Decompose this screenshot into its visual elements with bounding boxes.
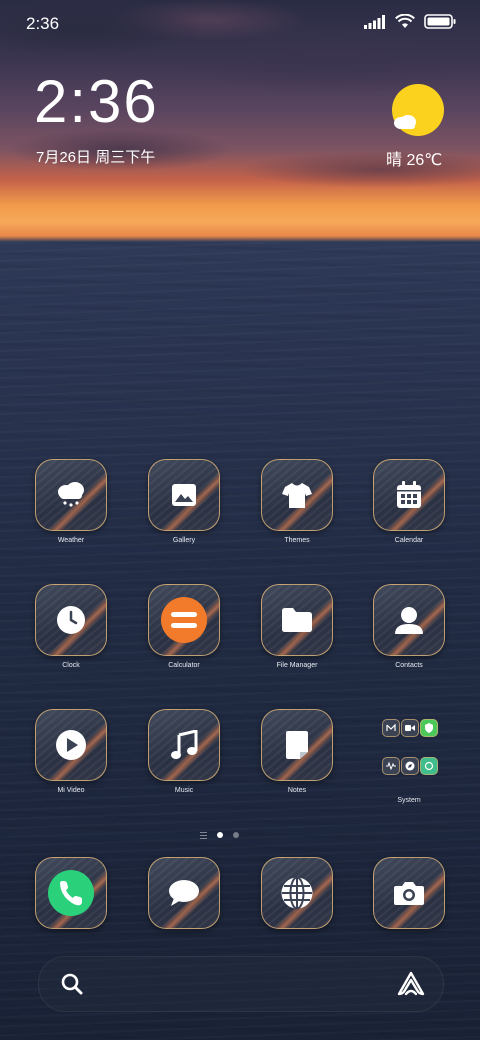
page-list-icon[interactable]: [200, 830, 207, 841]
signal-icon: [364, 14, 385, 29]
app-tile[interactable]: [35, 459, 107, 531]
app-label: Themes: [284, 537, 310, 544]
search-icon[interactable]: [61, 973, 83, 995]
clock-icon: [57, 606, 85, 634]
status-icons: [364, 14, 456, 29]
app-label: Weather: [57, 537, 85, 544]
calculator-icon: [161, 597, 207, 643]
app-mi-video[interactable]: Mi Video: [21, 709, 121, 794]
calendar-icon: [397, 481, 421, 508]
app-notes[interactable]: Notes: [247, 709, 347, 794]
dock-browser[interactable]: [247, 857, 347, 929]
app-label: Calculator: [168, 662, 200, 669]
app-tile[interactable]: [261, 857, 333, 929]
app-tile[interactable]: [148, 857, 220, 929]
app-tile[interactable]: [35, 709, 107, 781]
app-label: Mi Video: [57, 787, 85, 794]
app-contacts[interactable]: Contacts: [359, 584, 459, 669]
folder-tile[interactable]: [373, 709, 445, 791]
app-tile[interactable]: [261, 709, 333, 781]
app-tile[interactable]: [373, 459, 445, 531]
folder-icon: [282, 608, 312, 632]
app-label: Notes: [287, 787, 307, 794]
app-tile[interactable]: [261, 584, 333, 656]
app-themes[interactable]: Themes: [247, 459, 347, 544]
app-file-manager[interactable]: File Manager: [247, 584, 347, 669]
app-label: System: [397, 797, 421, 804]
dock-messages[interactable]: [134, 857, 234, 929]
status-time: 2:36: [26, 14, 60, 33]
camera-icon: [394, 882, 424, 905]
app-tile[interactable]: [373, 584, 445, 656]
video-camera-icon: [401, 719, 419, 737]
app-tile[interactable]: [373, 857, 445, 929]
app-calendar[interactable]: Calendar: [359, 459, 459, 544]
app-tile[interactable]: [35, 857, 107, 929]
note-page-icon: [286, 731, 308, 759]
dock-camera[interactable]: [359, 857, 459, 929]
wifi-icon: [395, 14, 415, 28]
app-gallery[interactable]: Gallery: [134, 459, 234, 544]
music-note-icon: [171, 730, 198, 759]
security-shield-icon: [420, 719, 438, 737]
app-weather[interactable]: Weather: [21, 459, 121, 544]
recorder-wave-icon: [382, 756, 400, 775]
app-tile[interactable]: [148, 459, 220, 531]
cloud-icon: [394, 115, 416, 129]
app-tile[interactable]: [35, 584, 107, 656]
battery-icon: [424, 14, 456, 29]
app-label: Gallery: [172, 537, 196, 544]
page-indicator[interactable]: [200, 830, 239, 841]
app-folder-system[interactable]: System: [359, 709, 459, 804]
app-calculator[interactable]: Calculator: [134, 584, 234, 669]
message-bubble-icon: [169, 880, 199, 906]
page-dot-active[interactable]: [217, 832, 223, 839]
assistant-icon[interactable]: [397, 971, 425, 997]
app-music[interactable]: Music: [134, 709, 234, 794]
gallery-icon: [172, 484, 196, 506]
app-label: Music: [174, 787, 194, 794]
tshirt-icon: [282, 483, 312, 508]
app-label: Contacts: [395, 662, 423, 669]
page-dot[interactable]: [233, 832, 239, 839]
search-bar[interactable]: [38, 956, 444, 1012]
phone-icon: [48, 870, 94, 916]
compass-icon: [401, 756, 419, 775]
app-label: File Manager: [276, 662, 318, 669]
weather-widget-text: 晴 26℃: [386, 152, 443, 169]
globe-icon: [281, 876, 313, 910]
scanner-icon: [420, 756, 438, 775]
dock-phone[interactable]: [21, 857, 121, 929]
mi-logo-icon: [382, 719, 400, 737]
app-tile[interactable]: [261, 459, 333, 531]
weather-snow-icon: [58, 482, 84, 507]
play-icon: [56, 730, 86, 760]
app-tile[interactable]: [148, 709, 220, 781]
app-label: Calendar: [394, 537, 424, 544]
clock-widget-date: 7月26日 周三下午: [36, 149, 156, 166]
app-clock[interactable]: Clock: [21, 584, 121, 669]
app-tile[interactable]: [148, 584, 220, 656]
app-label: Clock: [62, 662, 80, 669]
clock-widget-time[interactable]: 2:36: [34, 72, 159, 132]
contact-person-icon: [395, 607, 423, 634]
